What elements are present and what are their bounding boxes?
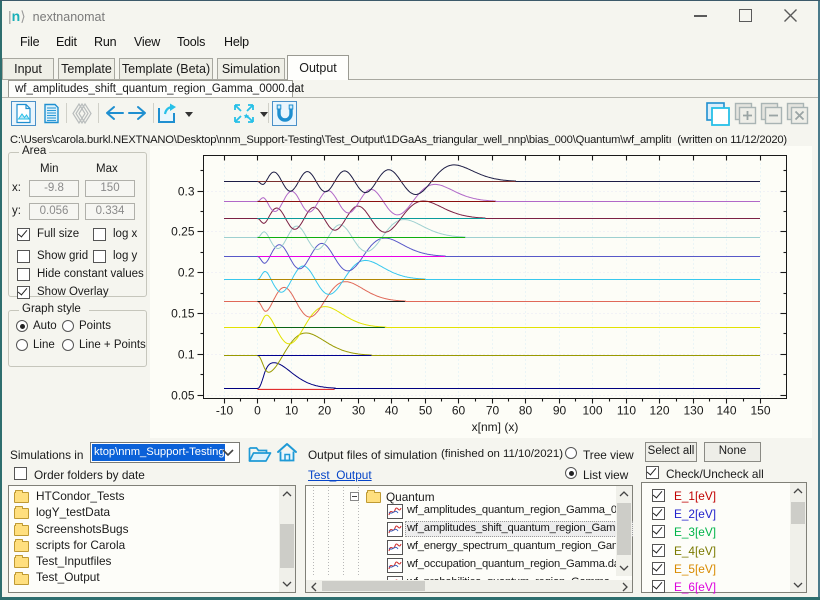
svg-text:0.15: 0.15 — [171, 307, 195, 321]
svg-text:0.1: 0.1 — [178, 348, 195, 362]
svg-text:0.3: 0.3 — [178, 185, 195, 199]
svg-text:0.05: 0.05 — [171, 389, 195, 403]
svg-text:10: 10 — [285, 404, 299, 418]
svg-text:x[nm] (x): x[nm] (x) — [472, 420, 519, 434]
svg-text:80: 80 — [519, 404, 533, 418]
svg-text:70: 70 — [486, 404, 500, 418]
svg-text:0.2: 0.2 — [178, 266, 195, 280]
svg-text:40: 40 — [385, 404, 399, 418]
svg-text:130: 130 — [683, 404, 703, 418]
svg-text:30: 30 — [352, 404, 366, 418]
svg-text:150: 150 — [750, 404, 770, 418]
svg-text:100: 100 — [582, 404, 602, 418]
svg-text:-10: -10 — [216, 404, 234, 418]
svg-text:140: 140 — [716, 404, 736, 418]
svg-text:110: 110 — [617, 404, 636, 418]
svg-text:90: 90 — [553, 404, 567, 418]
svg-text:120: 120 — [649, 404, 669, 418]
svg-text:50: 50 — [419, 404, 433, 418]
svg-text:0.25: 0.25 — [171, 225, 195, 239]
svg-text:20: 20 — [318, 404, 332, 418]
svg-text:0: 0 — [254, 404, 261, 418]
svg-text:60: 60 — [452, 404, 466, 418]
